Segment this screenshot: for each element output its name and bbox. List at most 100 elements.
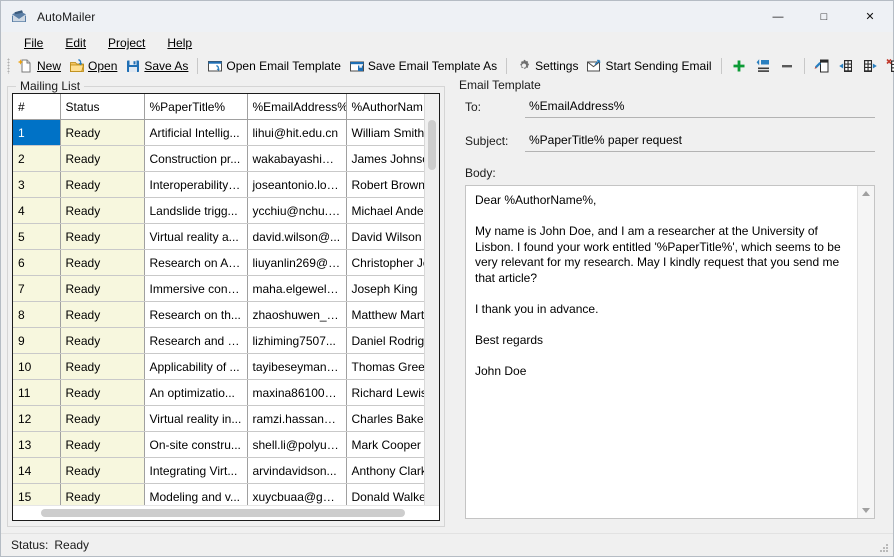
cell-row-number[interactable]: 2 [13,145,61,172]
table-row[interactable]: 12 Ready Virtual reality in... ramzi.hassan… [13,405,439,432]
cell-row-number[interactable]: 9 [13,327,61,354]
grid-horizontal-scroll-thumb[interactable] [41,509,405,517]
cell-status[interactable]: Ready [60,301,145,328]
cell-email[interactable]: zhaoshuwen_06... [247,301,347,328]
cell-row-number[interactable]: 1 [13,119,61,146]
cell-email[interactable]: joseantonio.loz... [247,171,347,198]
table-row[interactable]: 7 Ready Immersive cons... maha.elgewely... J… [13,275,439,302]
cell-status[interactable]: Ready [60,171,145,198]
open-button[interactable]: Open [65,55,121,77]
column-header-email[interactable]: %EmailAddress% [247,94,347,120]
cell-status[interactable]: Ready [60,457,145,484]
cell-status[interactable]: Ready [60,119,145,146]
minimize-button[interactable]: — [755,1,801,32]
cell-paper-title[interactable]: Virtual reality in... [144,405,248,432]
body-textarea[interactable]: Dear %AuthorName%, My name is John Doe, … [466,186,857,518]
cell-status[interactable]: Ready [60,275,145,302]
cell-email[interactable]: ycchiu@nchu.e... [247,197,347,224]
cell-status[interactable]: Ready [60,483,145,505]
new-button[interactable]: New [14,55,65,77]
table-row[interactable]: 6 Ready Research on Ap... liuyanlin269@1...… [13,249,439,276]
resize-grip-icon[interactable] [878,542,890,554]
insert-column-left-button[interactable] [834,55,858,77]
table-row[interactable]: 5 Ready Virtual reality a... david.wilson@.… [13,223,439,250]
table-row[interactable]: 1 Ready Artificial Intellig... lihui@hit.ed… [13,119,439,146]
toolbar-grip[interactable] [7,58,10,74]
grid-vertical-scroll-thumb[interactable] [428,120,436,170]
cell-status[interactable]: Ready [60,197,145,224]
edit-column-button[interactable] [810,55,834,77]
grid-vertical-scrollbar[interactable] [424,94,439,520]
cell-paper-title[interactable]: Applicability of ... [144,353,248,380]
table-row[interactable]: 11 Ready An optimizatio... maxina861005... R… [13,379,439,406]
cell-row-number[interactable]: 4 [13,197,61,224]
table-row[interactable]: 10 Ready Applicability of ... tayibeseymang… [13,353,439,380]
menu-file[interactable]: File [13,34,54,52]
cell-status[interactable]: Ready [60,327,145,354]
open-email-template-button[interactable]: Open Email Template [203,55,345,77]
close-button[interactable]: ✕ [847,1,893,32]
to-input[interactable] [525,96,875,118]
cell-email[interactable]: wakabayashi83... [247,145,347,172]
cell-row-number[interactable]: 12 [13,405,61,432]
save-as-button[interactable]: Save As [121,55,192,77]
cell-row-number[interactable]: 8 [13,301,61,328]
cell-email[interactable]: ramzi.hassan@... [247,405,347,432]
cell-email[interactable]: david.wilson@... [247,223,347,250]
subject-input[interactable] [525,130,875,152]
table-row[interactable]: 15 Ready Modeling and v... xuycbuaa@gm... Do… [13,483,439,505]
table-row[interactable]: 14 Ready Integrating Virt... arvindavidson.… [13,457,439,484]
cell-status[interactable]: Ready [60,353,145,380]
cell-paper-title[interactable]: Interoperability ... [144,171,248,198]
cell-email[interactable]: xuycbuaa@gm... [247,483,347,505]
cell-row-number[interactable]: 13 [13,431,61,458]
table-row[interactable]: 4 Ready Landslide trigg... ycchiu@nchu.e...… [13,197,439,224]
column-header-num[interactable]: # [13,94,61,120]
table-row[interactable]: 13 Ready On-site constru... shell.li@polyu.… [13,431,439,458]
cell-paper-title[interactable]: Virtual reality a... [144,223,248,250]
add-row-button[interactable] [727,55,751,77]
cell-paper-title[interactable]: An optimizatio... [144,379,248,406]
table-row[interactable]: 8 Ready Research on th... zhaoshuwen_06... M… [13,301,439,328]
delete-column-button[interactable] [882,55,894,77]
cell-status[interactable]: Ready [60,379,145,406]
cell-paper-title[interactable]: Landslide trigg... [144,197,248,224]
cell-row-number[interactable]: 14 [13,457,61,484]
menu-project[interactable]: Project [97,34,156,52]
cell-email[interactable]: shell.li@polyu.e... [247,431,347,458]
insert-row-button[interactable] [751,55,775,77]
menu-edit[interactable]: Edit [54,34,97,52]
cell-email[interactable]: maha.elgewely... [247,275,347,302]
cell-paper-title[interactable]: Immersive cons... [144,275,248,302]
cell-status[interactable]: Ready [60,145,145,172]
cell-paper-title[interactable]: Integrating Virt... [144,457,248,484]
cell-paper-title[interactable]: On-site constru... [144,431,248,458]
menu-help[interactable]: Help [156,34,203,52]
cell-email[interactable]: arvindavidson... [247,457,347,484]
cell-status[interactable]: Ready [60,249,145,276]
cell-email[interactable]: lihui@hit.edu.cn [247,119,347,146]
scroll-down-arrow-icon[interactable] [862,508,870,513]
column-header-title[interactable]: %PaperTitle% [144,94,248,120]
cell-paper-title[interactable]: Research on Ap... [144,249,248,276]
cell-row-number[interactable]: 3 [13,171,61,198]
maximize-button[interactable]: □ [801,1,847,32]
save-email-template-as-button[interactable]: Save Email Template As [345,55,501,77]
cell-row-number[interactable]: 5 [13,223,61,250]
grid-horizontal-scrollbar[interactable] [13,505,439,520]
settings-button[interactable]: Settings [512,55,582,77]
table-row[interactable]: 2 Ready Construction pr... wakabayashi83...… [13,145,439,172]
cell-row-number[interactable]: 10 [13,353,61,380]
cell-email[interactable]: tayibeseymang... [247,353,347,380]
cell-email[interactable]: lizhiming7507... [247,327,347,354]
insert-column-right-button[interactable] [858,55,882,77]
scroll-up-arrow-icon[interactable] [862,191,870,196]
cell-paper-title[interactable]: Modeling and v... [144,483,248,505]
cell-row-number[interactable]: 15 [13,483,61,505]
cell-status[interactable]: Ready [60,405,145,432]
table-row[interactable]: 9 Ready Research and a... lizhiming7507... D… [13,327,439,354]
body-vertical-scrollbar[interactable] [857,186,874,518]
cell-email[interactable]: maxina861005... [247,379,347,406]
remove-row-button[interactable] [775,55,799,77]
cell-paper-title[interactable]: Research and a... [144,327,248,354]
